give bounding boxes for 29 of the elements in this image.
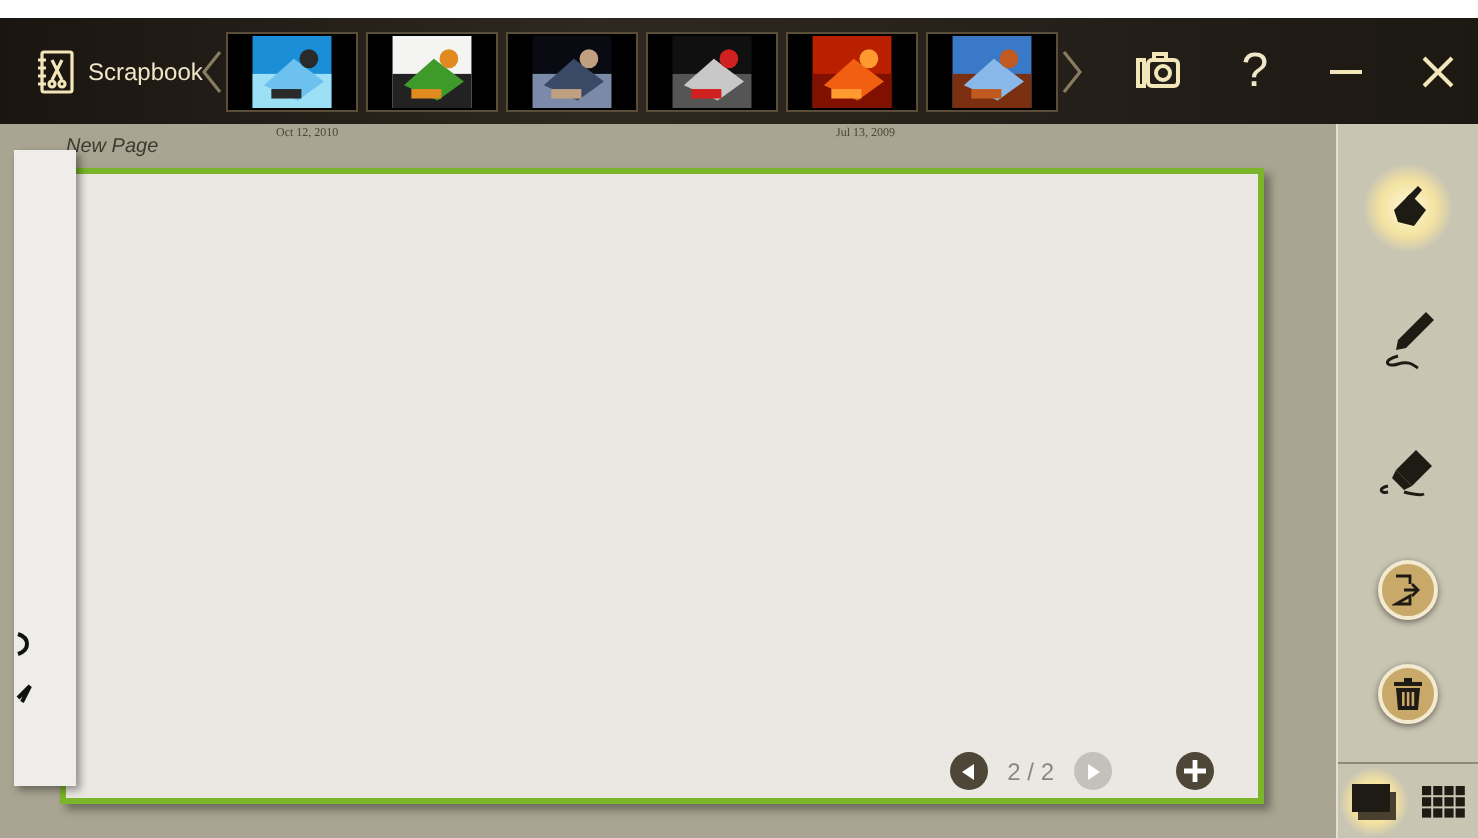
help-button[interactable]: ?	[1222, 31, 1287, 111]
page-view-button[interactable]	[1339, 767, 1407, 835]
scissors-notebook-icon	[36, 49, 76, 93]
chevron-left-icon	[202, 49, 223, 93]
thumbnail[interactable]	[366, 31, 499, 111]
export-icon	[1392, 574, 1424, 606]
page-indicator: 2 / 2	[1007, 755, 1054, 789]
close-icon	[1422, 55, 1455, 87]
page-title: New Page	[66, 134, 159, 162]
chevron-right-icon	[1062, 49, 1083, 93]
thumbnail[interactable]	[226, 31, 359, 111]
thumbnail[interactable]	[506, 31, 639, 111]
thumbnail[interactable]	[786, 31, 919, 111]
trash-icon	[1394, 678, 1422, 710]
thumbnail[interactable]	[646, 31, 779, 111]
thumbnail[interactable]	[926, 31, 1059, 111]
export-button[interactable]	[1378, 560, 1438, 620]
select-tool-button[interactable]	[1364, 164, 1452, 252]
triangle-right-icon	[1086, 763, 1100, 779]
pages-icon	[1351, 783, 1395, 819]
plus-icon	[1184, 760, 1206, 782]
grid-icon	[1421, 785, 1465, 817]
previous-page-button[interactable]	[949, 752, 988, 790]
delete-button[interactable]	[1378, 664, 1438, 724]
app-title: Scrapbook	[88, 55, 203, 89]
triangle-left-icon	[961, 763, 976, 779]
minimize-icon	[1330, 67, 1363, 75]
camera-icon	[1134, 51, 1183, 91]
add-page-button[interactable]	[1176, 752, 1214, 790]
